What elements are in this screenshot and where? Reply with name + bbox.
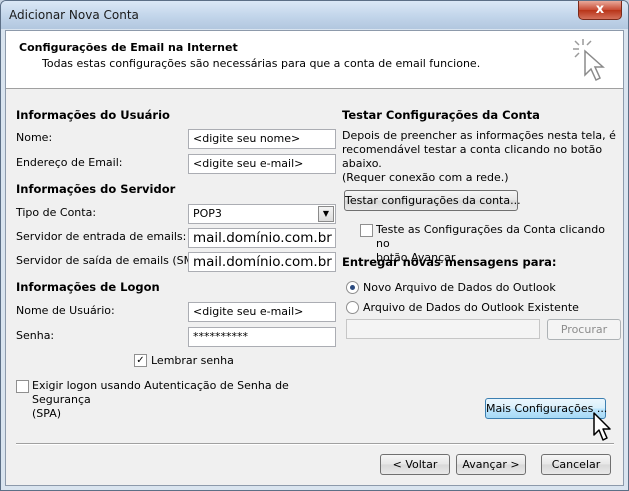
dialog-client-area: Configurações de Email na Internet Todas… — [5, 30, 624, 486]
spa-label: Exigir logon usando Autenticação de Senh… — [32, 379, 289, 420]
title-bar[interactable]: Adicionar Nova Conta x — [1, 1, 628, 29]
existing-data-file-label: Arquivo de Dados do Outlook Existente — [363, 301, 579, 314]
existing-data-file-radio[interactable] — [346, 301, 359, 314]
email-label: Endereço de Email: — [16, 156, 123, 169]
username-input[interactable]: <digite seu e-mail> — [188, 302, 336, 322]
close-button[interactable]: x — [578, 1, 622, 20]
footer-divider — [16, 443, 614, 445]
name-label: Nome: — [16, 131, 53, 144]
server-info-heading: Informações do Servidor — [16, 182, 176, 196]
incoming-server-input[interactable]: mail.domínio.com.br — [188, 228, 336, 248]
password-label: Senha: — [16, 329, 55, 342]
new-data-file-label: Novo Arquivo de Dados do Outlook — [363, 281, 556, 294]
name-input[interactable]: <digite seu nome> — [188, 129, 336, 149]
window-title: Adicionar Nova Conta — [9, 8, 139, 22]
new-data-file-radio[interactable] — [346, 281, 359, 294]
next-button[interactable]: Avançar > — [456, 454, 526, 475]
dialog-window: Adicionar Nova Conta x Configurações de … — [0, 0, 629, 491]
browse-button[interactable]: Procurar — [547, 319, 621, 340]
remember-password-label: Lembrar senha — [151, 354, 234, 367]
cursor-sparkle-icon — [573, 39, 605, 82]
more-settings-button[interactable]: Mais Configurações ... — [485, 398, 607, 419]
outgoing-server-input[interactable]: mail.domínio.com.br — [188, 252, 336, 272]
existing-data-file-path-input[interactable] — [346, 319, 540, 339]
test-settings-description: Depois de preencher as informações nesta… — [342, 129, 616, 184]
username-label: Nome de Usuário: — [16, 304, 115, 317]
email-input[interactable]: <digite seu e-mail> — [188, 154, 336, 174]
outgoing-server-label: Servidor de saída de emails (SMTP): — [16, 254, 215, 267]
account-type-select[interactable]: POP3 ▼ — [188, 204, 336, 224]
deliver-heading: Entregar novas mensagens para: — [342, 255, 557, 269]
password-input[interactable]: ********** — [188, 327, 336, 347]
header-subtitle: Todas estas configurações são necessária… — [42, 57, 481, 70]
cancel-button[interactable]: Cancelar — [541, 454, 611, 475]
test-account-settings-button[interactable]: Testar configurações da conta... — [344, 190, 521, 211]
header-title: Configurações de Email na Internet — [19, 41, 238, 54]
back-button[interactable]: < Voltar — [380, 454, 450, 475]
user-info-heading: Informações do Usuário — [16, 108, 170, 122]
mouse-pointer-icon — [593, 412, 611, 441]
spa-checkbox[interactable] — [16, 380, 29, 393]
header-panel: Configurações de Email na Internet Todas… — [6, 31, 623, 89]
incoming-server-label: Servidor de entrada de emails: — [16, 230, 187, 243]
logon-info-heading: Informações de Logon — [16, 280, 160, 294]
chevron-down-icon[interactable]: ▼ — [318, 206, 334, 222]
account-type-value: POP3 — [193, 207, 222, 220]
remember-password-checkbox[interactable]: ✓ — [134, 354, 147, 367]
test-settings-heading: Testar Configurações da Conta — [342, 108, 540, 122]
auto-test-checkbox[interactable] — [360, 224, 373, 237]
account-type-label: Tipo de Conta: — [16, 206, 97, 219]
